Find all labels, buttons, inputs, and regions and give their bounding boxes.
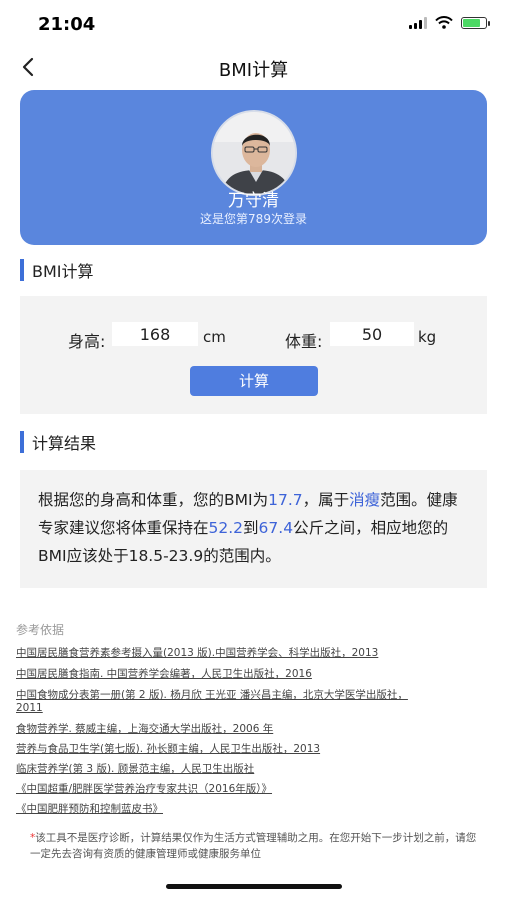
bmi-category: 消瘦 [349,491,381,509]
disclaimer-text: 该工具不是医疗诊断，计算结果仅作为生活方式管理辅助之用。在您开始下一步计划之前，… [30,832,477,860]
user-name: 万守清 [228,191,279,211]
page-title: BMI计算 [218,60,289,81]
profile-card: 万守清 这是您第789次登录 [20,90,487,245]
references-title: 参考依据 [16,623,65,637]
bmi-section-header: BMI计算 [20,258,94,282]
reference-item[interactable]: 《中国超重/肥胖医学营养治疗专家共识（2016年版）》 [16,781,272,796]
recommended-weight-min: 52.2 [208,519,244,537]
reference-item[interactable]: 《中国肥胖预防和控制蓝皮书》 [16,801,163,816]
bmi-value: 17.7 [268,491,303,509]
weight-label: 体重: [285,332,323,351]
avatar[interactable] [211,110,297,196]
weight-unit: kg [418,328,437,346]
login-count: 这是您第789次登录 [200,212,307,226]
reference-item[interactable]: 食物营养学. 蔡威主编，上海交通大学出版社，2006 年 [16,721,273,736]
weight-input[interactable] [330,322,414,346]
reference-item[interactable]: 2011 [16,702,43,714]
height-label: 身高: [68,332,106,351]
result-text: 到 [243,519,259,537]
disclaimer: *该工具不是医疗诊断，计算结果仅作为生活方式管理辅助之用。在您开始下一步计划之前… [30,830,478,862]
wifi-icon [435,16,453,29]
height-input[interactable] [112,322,198,346]
reference-item[interactable]: 中国居民膳食指南. 中国营养学会编著，人民卫生出版社，2016 [16,666,312,681]
result-section-title: 计算结果 [32,434,97,453]
reference-item[interactable]: 临床营养学(第 3 版). 顾景范主编，人民卫生出版社 [16,761,254,776]
result-section-header: 计算结果 [20,430,96,454]
section-accent-bar [20,259,24,281]
reference-item[interactable]: 营养与食品卫生学(第七版). 孙长颢主编，人民卫生出版社，2013 [16,741,320,756]
reference-item[interactable]: 中国食物成分表第一册(第 2 版). 杨月欣 王光亚 潘兴昌主编，北京大学医学出… [16,687,408,702]
navigation-bar: BMI计算 [0,48,507,88]
result-panel: 根据您的身高和体重，您的BMI为17.7，属于消瘦范围。健康专家建议您将体重保持… [20,470,487,588]
status-bar: 21:04 [0,0,507,48]
recommended-weight-max: 67.4 [258,519,294,537]
cellular-signal-icon [409,16,427,29]
status-time: 21:04 [38,14,96,35]
calculate-button[interactable]: 计算 [190,366,318,396]
battery-level [463,18,481,27]
home-indicator[interactable] [166,884,342,889]
bmi-calculator-panel: 身高: cm 体重: kg 计算 [20,296,487,414]
section-accent-bar [20,431,24,453]
reference-item[interactable]: 中国居民膳食营养素参考摄入量(2013 版).中国营养学会、科学出版社，2013 [16,645,378,660]
user-photo-icon [213,112,295,194]
result-text: 根据您的身高和体重，您的BMI为 [38,491,269,509]
status-icons [409,16,490,29]
battery-icon [461,16,490,29]
bmi-section-title: BMI计算 [32,262,94,281]
result-text: ，属于 [302,491,350,509]
height-unit: cm [203,328,226,346]
